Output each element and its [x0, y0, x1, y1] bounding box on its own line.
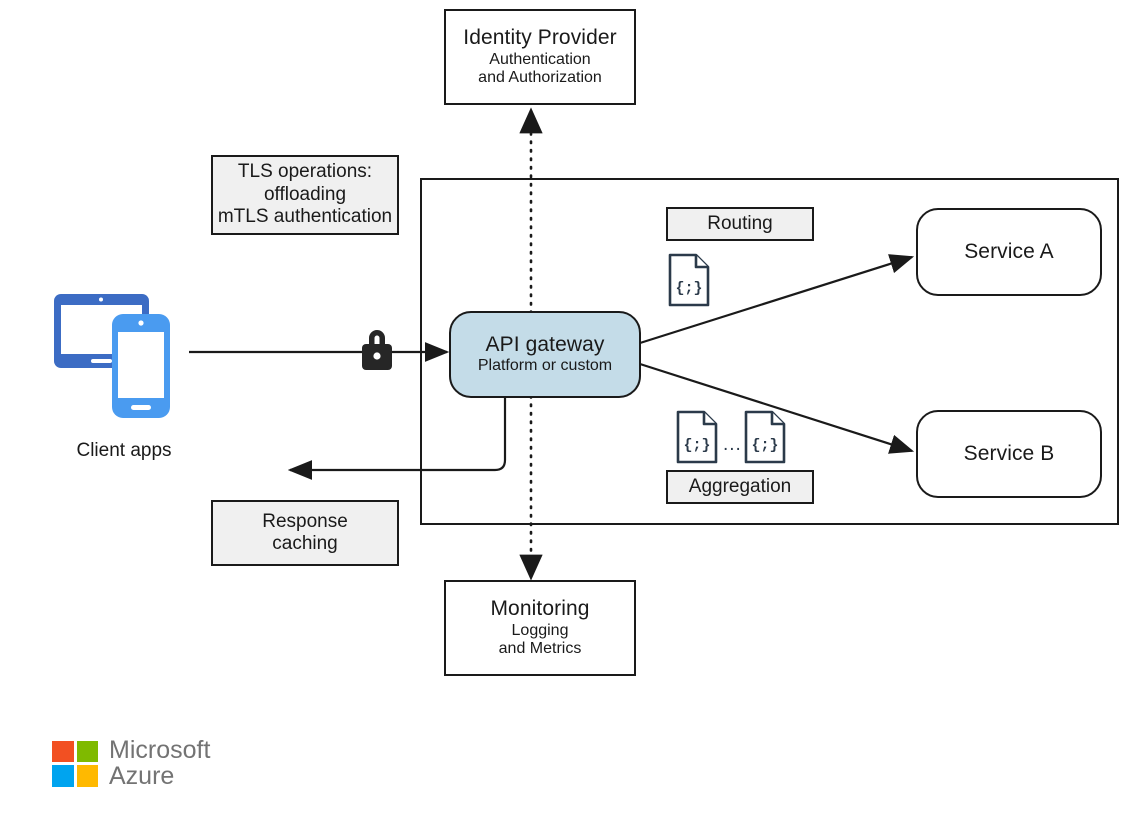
logo-square-red [52, 740, 74, 763]
svg-text:{;}: {;} [683, 437, 710, 454]
routing-label: Routing [707, 212, 773, 234]
microsoft-azure-wordmark: Microsoft Azure [109, 736, 211, 790]
lock-icon [355, 322, 399, 380]
identity-provider-subtitle-line2: and Authorization [478, 69, 602, 87]
monitoring-subtitle-line2: and Metrics [498, 640, 582, 658]
service-a-node: Service A [916, 208, 1102, 296]
routing-node: Routing [666, 207, 814, 241]
brand-line-azure: Azure [109, 761, 175, 790]
response-caching-line2: caching [272, 533, 338, 554]
tls-operations-line3: mTLS authentication [217, 206, 393, 228]
logo-square-yellow [76, 765, 98, 787]
aggregation-label: Aggregation [688, 475, 792, 497]
monitoring-node: Monitoring Logging and Metrics [444, 580, 636, 676]
api-gateway-title: API gateway [485, 332, 605, 356]
logo-square-green [76, 740, 98, 763]
identity-provider-title: Identity Provider [463, 25, 617, 49]
phone-device-icon [112, 314, 170, 418]
api-gateway-node: API gateway Platform or custom [449, 311, 641, 398]
diagram-canvas: Identity Provider Authentication and Aut… [0, 0, 1133, 826]
json-document-icon: {;} [667, 252, 711, 308]
client-apps-label: Client apps [76, 440, 172, 461]
client-apps-illustration [52, 288, 192, 428]
service-a-label: Service A [964, 239, 1054, 263]
json-document-icon: {;} [675, 409, 719, 465]
aggregation-node: Aggregation [666, 470, 814, 504]
monitoring-subtitle-line1: Logging [511, 621, 569, 639]
tls-operations-node: TLS operations: offloading mTLS authenti… [211, 155, 399, 235]
microsoft-azure-logo: Microsoft Azure [52, 736, 211, 790]
svg-text:{;}: {;} [751, 437, 778, 454]
microsoft-logo-squares [52, 740, 98, 787]
response-caching-node: Response caching [211, 500, 399, 566]
svg-text:{;}: {;} [675, 280, 702, 297]
identity-provider-subtitle-line1: Authentication [489, 50, 591, 68]
tls-operations-line2: offloading [263, 183, 347, 205]
response-caching-line1: Response [262, 510, 348, 532]
json-document-icon: {;} [743, 409, 787, 465]
logo-square-blue [52, 765, 74, 787]
service-b-node: Service B [916, 410, 1102, 498]
service-b-label: Service B [963, 441, 1055, 465]
api-gateway-subtitle: Platform or custom [477, 357, 613, 375]
tls-operations-line1: TLS operations: [237, 161, 373, 183]
brand-line-microsoft: Microsoft [109, 736, 211, 764]
identity-provider-node: Identity Provider Authentication and Aut… [444, 9, 636, 105]
monitoring-title: Monitoring [490, 596, 590, 620]
gateway-response-arrow [287, 396, 507, 480]
aggregation-ellipsis: ... [723, 434, 742, 455]
